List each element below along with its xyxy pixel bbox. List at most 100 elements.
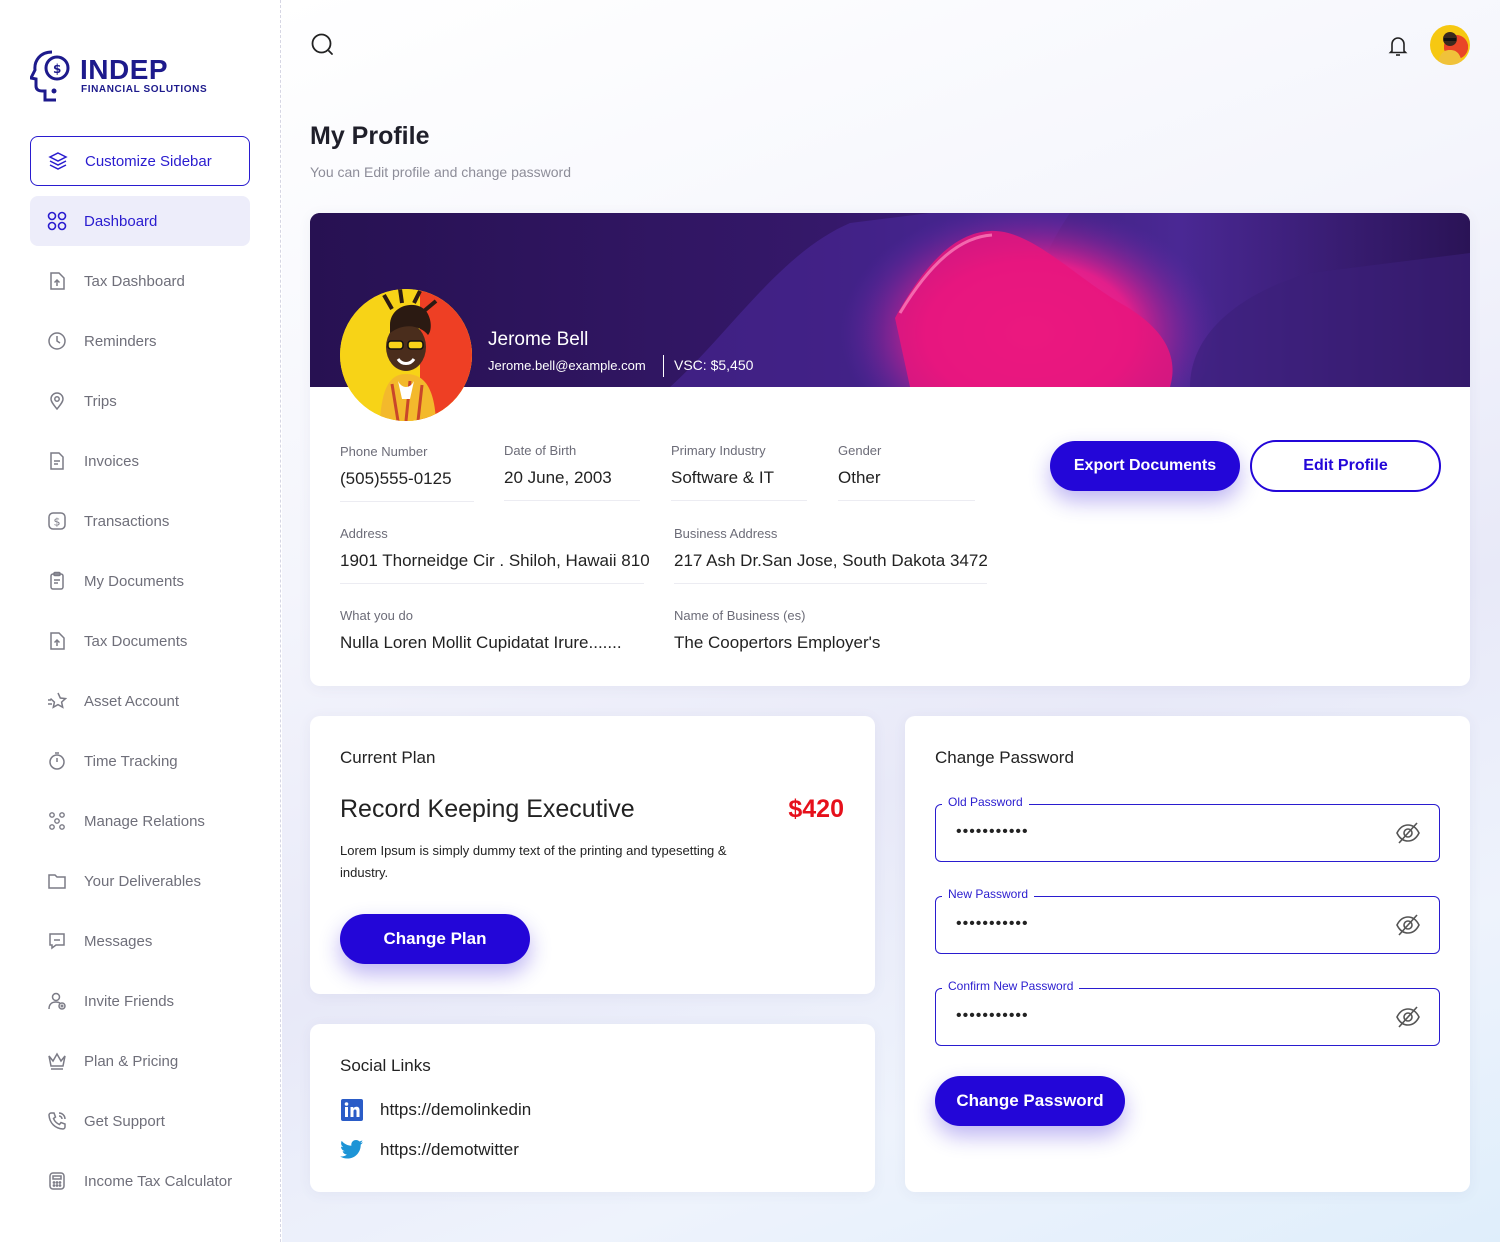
sidebar-item-invite-friends[interactable]: Invite Friends (30, 976, 250, 1026)
head-logo-icon: $ (30, 50, 70, 102)
field-value: Software & IT (671, 468, 807, 501)
sidebar-item-label: Tax Documents (84, 632, 188, 650)
social-heading: Social Links (340, 1056, 431, 1075)
what-you-do-field: What you do Nulla Loren Mollit Cupidatat… (340, 608, 644, 665)
profile-banner (310, 213, 1470, 387)
sidebar-item-get-support[interactable]: Get Support (30, 1096, 250, 1146)
password-input[interactable]: ••••••••••• (956, 823, 1029, 841)
edit-profile-button[interactable]: Edit Profile (1250, 440, 1441, 492)
plan-name: Record Keeping Executive (340, 795, 635, 823)
eye-off-icon[interactable] (1395, 821, 1421, 850)
sidebar-item-label: Asset Account (84, 692, 180, 710)
sidebar-item-label: Time Tracking (84, 752, 178, 770)
social-link-url: https://demolinkedin (380, 1100, 532, 1119)
business-name-field: Name of Business (es) The Coopertors Emp… (674, 608, 987, 665)
clock-icon (46, 330, 68, 352)
sidebar-item-income-tax-calculator[interactable]: Income Tax Calculator (30, 1156, 250, 1206)
field-label: Primary Industry (671, 443, 766, 458)
sidebar-item-tax-documents[interactable]: Tax Documents (30, 616, 250, 666)
sidebar-item-customize-sidebar[interactable]: Customize Sidebar (30, 136, 250, 186)
crown-icon (46, 1050, 68, 1072)
field-value: 20 June, 2003 (504, 468, 640, 501)
field-value: The Coopertors Employer's (674, 633, 881, 652)
linkedin-icon (340, 1098, 364, 1122)
invoice-icon (46, 450, 68, 472)
plan-description: Lorem Ipsum is simply dummy text of the … (340, 843, 727, 880)
sidebar-item-asset-account[interactable]: Asset Account (30, 676, 250, 726)
address-field: Address 1901 Thorneidge Cir . Shiloh, Ha… (340, 526, 650, 584)
sidebar-item-label: Get Support (84, 1112, 165, 1130)
sidebar-item-my-documents[interactable]: My Documents (30, 556, 250, 606)
plan-heading: Current Plan (340, 748, 436, 767)
sidebar-item-label: Invite Friends (84, 992, 175, 1010)
change-password-card: Change Password Old Password •••••••••••… (905, 716, 1470, 1192)
search-icon[interactable] (310, 32, 336, 63)
field-value: (505)555-0125 (340, 469, 474, 502)
sidebar-item-messages[interactable]: Messages (30, 916, 250, 966)
field-label: Name of Business (es) (674, 608, 806, 623)
social-link-twitter[interactable]: https://demotwitter (340, 1138, 519, 1162)
sidebar-item-label: Messages (84, 932, 153, 950)
svg-text:$: $ (53, 62, 61, 76)
sidebar-item-reminders[interactable]: Reminders (30, 316, 250, 366)
calculator-icon (46, 1170, 68, 1192)
page-subtitle: You can Edit profile and change password (310, 164, 571, 180)
sidebar-item-label: Trips (84, 392, 117, 410)
change-plan-button[interactable]: Change Plan (340, 914, 530, 964)
sidebar: $ INDEP FINANCIAL SOLUTIONS Customize Si… (0, 0, 281, 1242)
file-upload-icon (46, 270, 68, 292)
field-value: Other (838, 468, 975, 501)
eye-off-icon[interactable] (1395, 1005, 1421, 1034)
sidebar-item-label: Invoices (84, 452, 140, 470)
file-upload-icon (46, 630, 68, 652)
field-value: Nulla Loren Mollit Cupidatat Irure......… (340, 633, 622, 652)
profile-card: Jerome Bell Jerome.bell@example.com VSC:… (310, 213, 1470, 686)
profile-avatar[interactable] (340, 289, 472, 421)
business-address-field: Business Address 217 Ash Dr.San Jose, So… (674, 526, 988, 584)
folder-icon (46, 870, 68, 892)
field-label: Confirm New Password (942, 979, 1080, 993)
sidebar-item-plan-pricing[interactable]: Plan & Pricing (30, 1036, 250, 1086)
sidebar-item-manage-relations[interactable]: Manage Relations (30, 796, 250, 846)
sidebar-item-label: Transactions (84, 512, 170, 530)
user-avatar[interactable] (1430, 25, 1470, 65)
password-input[interactable]: ••••••••••• (956, 915, 1029, 933)
sidebar-item-transactions[interactable]: $ Transactions (30, 496, 250, 546)
password-input[interactable]: ••••••••••• (956, 1007, 1029, 1025)
sidebar-item-label: Reminders (84, 332, 157, 350)
sidebar-item-your-deliverables[interactable]: Your Deliverables (30, 856, 250, 906)
brand-tagline: FINANCIAL SOLUTIONS (81, 84, 208, 95)
old-password-field[interactable]: Old Password ••••••••••• (935, 795, 1440, 862)
field-value: 1901 Thorneidge Cir . Shiloh, Hawaii 810 (340, 551, 650, 584)
sidebar-item-trips[interactable]: Trips (30, 376, 250, 426)
sidebar-item-invoices[interactable]: Invoices (30, 436, 250, 486)
field-label: Address (340, 526, 388, 541)
brand-name: INDEP (80, 54, 169, 85)
password-heading: Change Password (935, 748, 1074, 767)
user-add-icon (46, 990, 68, 1012)
sidebar-item-label: Your Deliverables (84, 872, 202, 890)
confirm-password-field[interactable]: Confirm New Password ••••••••••• (935, 979, 1440, 1046)
sidebar-item-label: My Documents (84, 572, 185, 590)
gender-field: Gender Other (838, 443, 975, 501)
layers-icon (47, 150, 69, 172)
twitter-icon (340, 1138, 364, 1162)
eye-off-icon[interactable] (1395, 913, 1421, 942)
sidebar-item-dashboard[interactable]: Dashboard (30, 196, 250, 246)
sidebar-item-label: Manage Relations (84, 812, 205, 830)
sidebar-item-time-tracking[interactable]: Time Tracking (30, 736, 250, 786)
new-password-field[interactable]: New Password ••••••••••• (935, 887, 1440, 954)
people-network-icon (46, 810, 68, 832)
page-title: My Profile (310, 122, 430, 150)
message-icon (46, 930, 68, 952)
bell-icon[interactable] (1386, 34, 1410, 63)
sidebar-item-tax-dashboard[interactable]: Tax Dashboard (30, 256, 250, 306)
social-link-url: https://demotwitter (380, 1140, 519, 1159)
profile-email: Jerome.bell@example.com (488, 358, 646, 373)
field-label: Gender (838, 443, 882, 458)
export-documents-button[interactable]: Export Documents (1050, 441, 1240, 491)
social-link-linkedin[interactable]: https://demolinkedin (340, 1098, 531, 1122)
change-password-button[interactable]: Change Password (935, 1076, 1125, 1126)
star-icon (46, 690, 68, 712)
brand-logo[interactable]: $ INDEP FINANCIAL SOLUTIONS (30, 48, 210, 104)
